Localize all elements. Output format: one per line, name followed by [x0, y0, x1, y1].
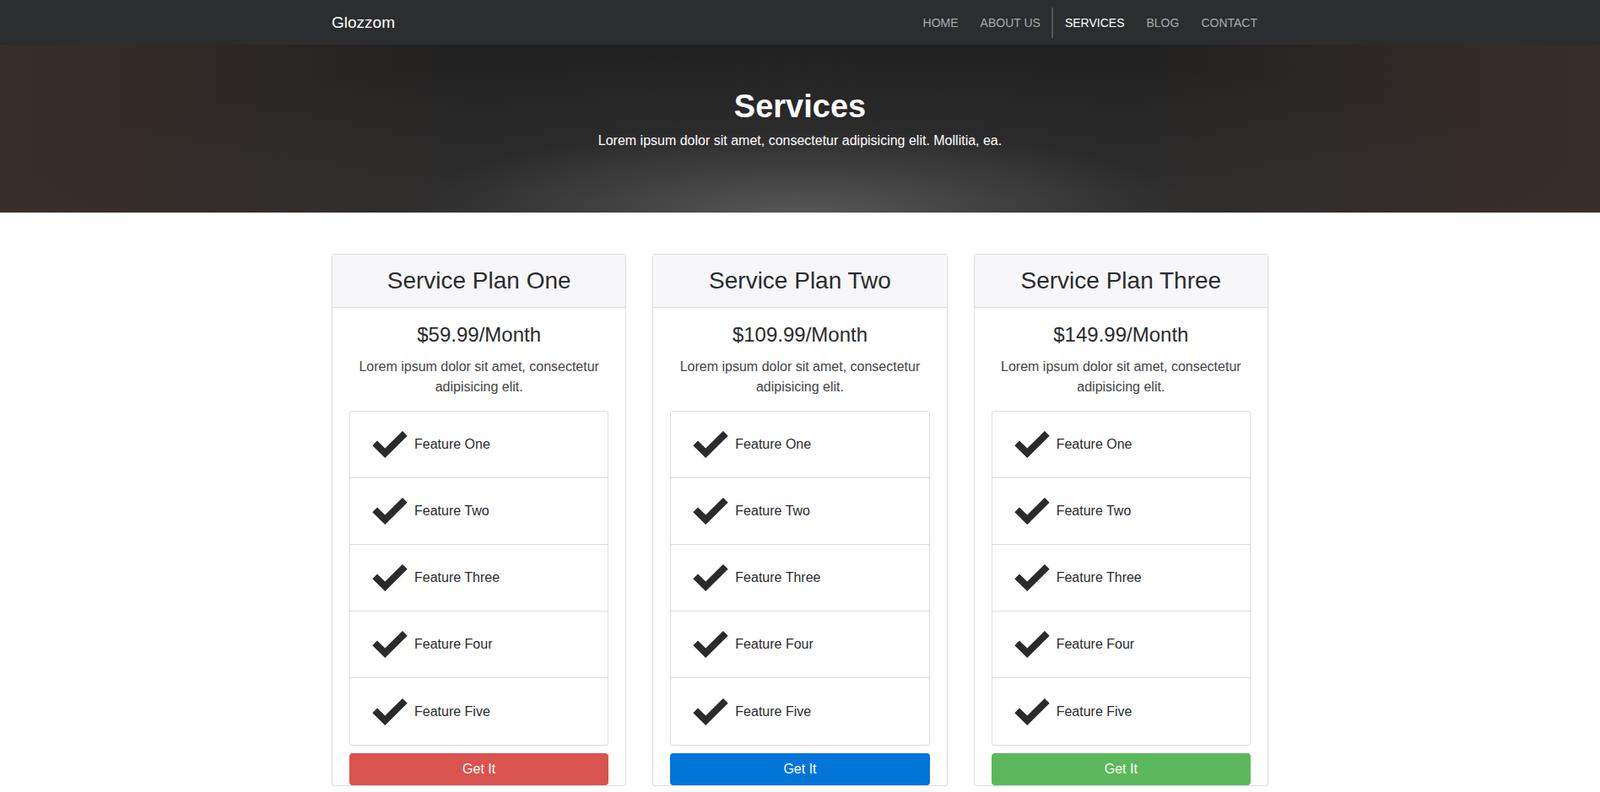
nav-item[interactable]: ABOUT US	[969, 7, 1052, 38]
check-icon	[1012, 562, 1052, 595]
plan-description: Lorem ipsum dolor sit amet, consectetur …	[670, 356, 930, 398]
plan-body: $149.99/Month Lorem ipsum dolor sit amet…	[974, 308, 1268, 786]
feature-item: Feature Four	[350, 611, 608, 679]
check-icon	[370, 628, 410, 661]
brand-logo[interactable]: Glozzom	[331, 13, 395, 33]
feature-item: Feature Four	[670, 611, 929, 679]
plan-card: Service Plan Three $149.99/Month Lorem i…	[973, 254, 1269, 787]
feature-item: Feature Three	[350, 545, 608, 612]
feature-item: Feature Two	[992, 478, 1250, 546]
plan-name: Service Plan Three	[1021, 267, 1222, 295]
plans-section: Service Plan One $59.99/Month Lorem ipsu…	[318, 254, 1282, 792]
check-icon	[370, 562, 410, 595]
plan-price: $59.99/Month	[349, 323, 609, 347]
check-icon	[1012, 628, 1052, 661]
feature-item: Feature Four	[992, 611, 1250, 679]
plan-header: Service Plan One	[332, 254, 626, 309]
get-it-button[interactable]: Get It	[349, 753, 609, 786]
plan-price: $149.99/Month	[991, 323, 1251, 347]
feature-item: Feature Three	[670, 545, 929, 612]
nav-item[interactable]: BLOG	[1135, 7, 1190, 38]
feature-list: Feature One Feature Two Feature Three Fe…	[991, 410, 1251, 746]
check-icon	[1012, 428, 1052, 461]
check-icon	[1012, 696, 1052, 729]
plan-price: $109.99/Month	[670, 323, 930, 347]
plan-card: Service Plan One $59.99/Month Lorem ipsu…	[331, 254, 627, 787]
hero-banner: Services Lorem ipsum dolor sit amet, con…	[0, 44, 1600, 213]
check-icon	[691, 628, 730, 661]
nav-item[interactable]: SERVICES	[1051, 7, 1136, 38]
check-icon	[370, 428, 410, 461]
check-icon	[370, 495, 410, 528]
hero-subtitle: Lorem ipsum dolor sit amet, consectetur …	[0, 133, 1600, 149]
feature-item: Feature Five	[670, 678, 929, 746]
check-icon	[691, 696, 730, 729]
check-icon	[691, 562, 730, 595]
get-it-button[interactable]: Get It	[670, 753, 930, 786]
nav-item[interactable]: HOME	[912, 7, 970, 38]
feature-item: Feature Two	[350, 478, 608, 546]
feature-item: Feature Five	[992, 678, 1250, 746]
feature-item: Feature One	[350, 411, 608, 479]
feature-list: Feature One Feature Two Feature Three Fe…	[670, 410, 930, 746]
check-icon	[691, 428, 730, 461]
feature-item: Feature One	[670, 411, 929, 479]
feature-item: Feature Three	[992, 545, 1250, 612]
plan-description: Lorem ipsum dolor sit amet, consectetur …	[991, 356, 1251, 398]
feature-item: Feature Two	[670, 478, 929, 546]
plan-header: Service Plan Three	[974, 254, 1268, 309]
plan-name: Service Plan One	[387, 267, 572, 295]
nav-item[interactable]: CONTACT	[1189, 7, 1269, 38]
get-it-button[interactable]: Get It	[991, 753, 1251, 786]
check-icon	[1012, 495, 1052, 528]
check-icon	[691, 495, 730, 528]
hero-title: Services	[0, 88, 1600, 125]
plan-name: Service Plan Two	[708, 267, 892, 295]
plan-body: $59.99/Month Lorem ipsum dolor sit amet,…	[332, 308, 626, 786]
plan-header: Service Plan Two	[653, 254, 946, 309]
navbar: Glozzom HOMEABOUT USSERVICESBLOGCONTACT	[0, 0, 1600, 45]
feature-item: Feature One	[992, 411, 1250, 479]
check-icon	[370, 696, 410, 729]
plan-description: Lorem ipsum dolor sit amet, consectetur …	[349, 356, 609, 398]
feature-list: Feature One Feature Two Feature Three Fe…	[349, 410, 609, 746]
plan-body: $109.99/Month Lorem ipsum dolor sit amet…	[653, 308, 946, 786]
feature-item: Feature Five	[350, 678, 608, 746]
nav-menu: HOMEABOUT USSERVICESBLOGCONTACT	[912, 7, 1269, 38]
plan-card: Service Plan Two $109.99/Month Lorem ips…	[652, 254, 947, 787]
